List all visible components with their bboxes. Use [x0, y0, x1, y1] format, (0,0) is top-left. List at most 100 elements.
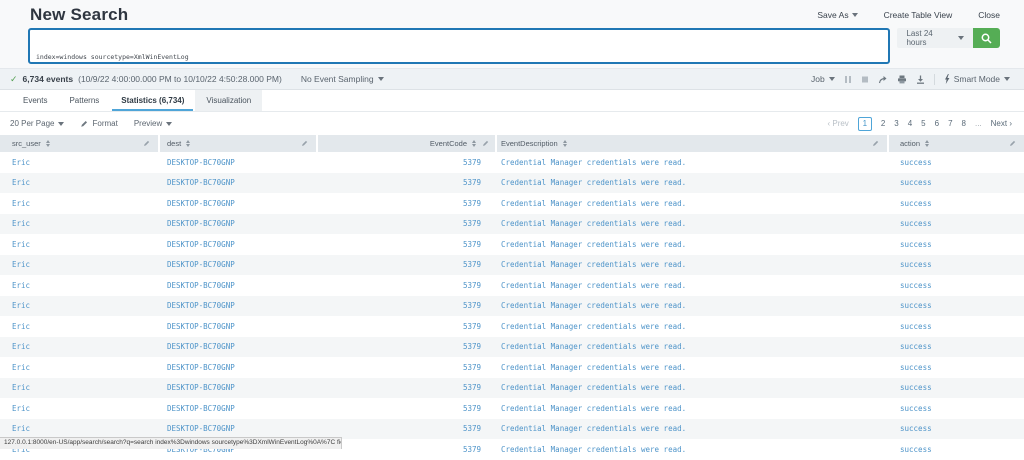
export-button[interactable] — [916, 75, 925, 84]
cell-EventCode[interactable]: 5379 — [318, 260, 497, 269]
cell-EventDescription[interactable]: Credential Manager credentials were read… — [497, 342, 889, 351]
time-range-picker[interactable]: Last 24 hours — [897, 28, 973, 48]
share-button[interactable] — [878, 75, 888, 84]
format-button[interactable]: Format — [80, 119, 118, 128]
cell-EventDescription[interactable]: Credential Manager credentials were read… — [497, 301, 889, 310]
cell-EventCode[interactable]: 5379 — [318, 301, 497, 310]
cell-EventCode[interactable]: 5379 — [318, 404, 497, 413]
cell-action[interactable]: success — [889, 240, 1024, 249]
cell-action[interactable]: success — [889, 199, 1024, 208]
search-input[interactable]: index=windows sourcetype=XmlWinEventLog … — [28, 28, 891, 64]
cell-action[interactable]: success — [889, 404, 1024, 413]
column-header-dest[interactable]: dest — [160, 135, 318, 152]
cell-src_user[interactable]: Eric — [0, 424, 160, 433]
cell-EventCode[interactable]: 5379 — [318, 424, 497, 433]
cell-src_user[interactable]: Eric — [0, 301, 160, 310]
cell-src_user[interactable]: Eric — [0, 322, 160, 331]
save-as-button[interactable]: Save As — [817, 10, 858, 20]
cell-dest[interactable]: DESKTOP-BC70GNP — [160, 178, 318, 187]
pencil-icon[interactable] — [301, 140, 308, 147]
tab-visualization[interactable]: Visualization — [195, 90, 263, 111]
event-sampling-dropdown[interactable]: No Event Sampling — [301, 74, 384, 84]
cell-dest[interactable]: DESKTOP-BC70GNP — [160, 301, 318, 310]
cell-src_user[interactable]: Eric — [0, 199, 160, 208]
column-header-EventCode[interactable]: EventCode — [318, 135, 497, 152]
cell-action[interactable]: success — [889, 301, 1024, 310]
cell-EventDescription[interactable]: Credential Manager credentials were read… — [497, 363, 889, 372]
pencil-icon[interactable] — [482, 140, 489, 147]
cell-dest[interactable]: DESKTOP-BC70GNP — [160, 363, 318, 372]
cell-dest[interactable]: DESKTOP-BC70GNP — [160, 342, 318, 351]
smart-mode-dropdown[interactable]: Smart Mode — [944, 74, 1010, 84]
cell-action[interactable]: success — [889, 281, 1024, 290]
cell-EventCode[interactable]: 5379 — [318, 199, 497, 208]
cell-src_user[interactable]: Eric — [0, 158, 160, 167]
cell-src_user[interactable]: Eric — [0, 178, 160, 187]
cell-src_user[interactable]: Eric — [0, 240, 160, 249]
preview-dropdown[interactable]: Preview — [134, 119, 173, 128]
cell-src_user[interactable]: Eric — [0, 260, 160, 269]
cell-EventDescription[interactable]: Credential Manager credentials were read… — [497, 219, 889, 228]
cell-EventDescription[interactable]: Credential Manager credentials were read… — [497, 383, 889, 392]
cell-src_user[interactable]: Eric — [0, 404, 160, 413]
next-page-button[interactable]: Next › — [991, 119, 1012, 128]
tab-patterns[interactable]: Patterns — [58, 90, 110, 111]
cell-src_user[interactable]: Eric — [0, 342, 160, 351]
cell-EventDescription[interactable]: Credential Manager credentials were read… — [497, 240, 889, 249]
pencil-icon[interactable] — [872, 140, 879, 147]
cell-EventDescription[interactable]: Credential Manager credentials were read… — [497, 322, 889, 331]
create-table-view-button[interactable]: Create Table View — [884, 10, 953, 20]
pencil-icon[interactable] — [143, 140, 150, 147]
cell-dest[interactable]: DESKTOP-BC70GNP — [160, 158, 318, 167]
cell-EventCode[interactable]: 5379 — [318, 445, 497, 454]
tab-statistics[interactable]: Statistics (6,734) — [110, 90, 195, 111]
cell-dest[interactable]: DESKTOP-BC70GNP — [160, 383, 318, 392]
cell-action[interactable]: success — [889, 322, 1024, 331]
cell-action[interactable]: success — [889, 158, 1024, 167]
cell-EventDescription[interactable]: Credential Manager credentials were read… — [497, 424, 889, 433]
cell-src_user[interactable]: Eric — [0, 363, 160, 372]
cell-EventDescription[interactable]: Credential Manager credentials were read… — [497, 281, 889, 290]
cell-dest[interactable]: DESKTOP-BC70GNP — [160, 219, 318, 228]
page-1-button[interactable]: 1 — [857, 116, 872, 131]
page-6-button[interactable]: 6 — [935, 119, 939, 128]
cell-dest[interactable]: DESKTOP-BC70GNP — [160, 424, 318, 433]
cell-EventDescription[interactable]: Credential Manager credentials were read… — [497, 158, 889, 167]
per-page-dropdown[interactable]: 20 Per Page — [10, 119, 65, 128]
cell-action[interactable]: success — [889, 260, 1024, 269]
print-button[interactable] — [897, 75, 907, 84]
column-header-action[interactable]: action — [889, 135, 1024, 152]
cell-EventCode[interactable]: 5379 — [318, 240, 497, 249]
cell-dest[interactable]: DESKTOP-BC70GNP — [160, 281, 318, 290]
cell-dest[interactable]: DESKTOP-BC70GNP — [160, 199, 318, 208]
cell-action[interactable]: success — [889, 363, 1024, 372]
cell-EventDescription[interactable]: Credential Manager credentials were read… — [497, 178, 889, 187]
pause-button[interactable] — [844, 75, 852, 84]
page-5-button[interactable]: 5 — [921, 119, 925, 128]
column-header-src_user[interactable]: src_user — [0, 135, 160, 152]
cell-EventCode[interactable]: 5379 — [318, 363, 497, 372]
cell-src_user[interactable]: Eric — [0, 281, 160, 290]
page-8-button[interactable]: 8 — [962, 119, 966, 128]
cell-EventCode[interactable]: 5379 — [318, 158, 497, 167]
stop-button[interactable] — [861, 75, 869, 84]
cell-dest[interactable]: DESKTOP-BC70GNP — [160, 404, 318, 413]
cell-EventCode[interactable]: 5379 — [318, 342, 497, 351]
cell-EventCode[interactable]: 5379 — [318, 219, 497, 228]
cell-EventCode[interactable]: 5379 — [318, 383, 497, 392]
prev-page-button[interactable]: ‹ Prev — [827, 119, 848, 128]
cell-dest[interactable]: DESKTOP-BC70GNP — [160, 322, 318, 331]
page-3-button[interactable]: 3 — [894, 119, 898, 128]
cell-action[interactable]: success — [889, 445, 1024, 454]
cell-EventDescription[interactable]: Credential Manager credentials were read… — [497, 199, 889, 208]
cell-EventCode[interactable]: 5379 — [318, 281, 497, 290]
column-header-EventDescription[interactable]: EventDescription — [497, 135, 889, 152]
cell-EventDescription[interactable]: Credential Manager credentials were read… — [497, 404, 889, 413]
cell-action[interactable]: success — [889, 342, 1024, 351]
cell-src_user[interactable]: Eric — [0, 383, 160, 392]
cell-dest[interactable]: DESKTOP-BC70GNP — [160, 260, 318, 269]
cell-dest[interactable]: DESKTOP-BC70GNP — [160, 240, 318, 249]
page-2-button[interactable]: 2 — [881, 119, 885, 128]
cell-EventCode[interactable]: 5379 — [318, 322, 497, 331]
cell-EventDescription[interactable]: Credential Manager credentials were read… — [497, 260, 889, 269]
